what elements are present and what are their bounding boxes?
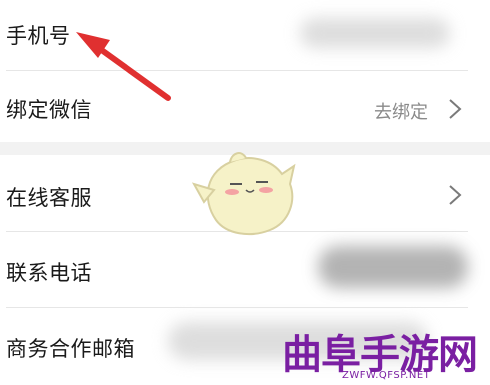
red-arrow-icon bbox=[76, 32, 171, 101]
contact-phone-label: 联系电话 bbox=[6, 261, 92, 285]
online-service-label: 在线客服 bbox=[6, 186, 92, 210]
mascot-icon bbox=[191, 152, 296, 236]
phone-value-blurred bbox=[300, 18, 450, 48]
bind-wechat-status: 去绑定 bbox=[374, 102, 428, 123]
contact-phone-row[interactable]: 联系电话 bbox=[0, 232, 490, 307]
contact-phone-value-blurred bbox=[318, 246, 468, 288]
chevron-right-icon bbox=[449, 99, 462, 119]
watermark-url: ZWFW.QFSP.NET bbox=[342, 370, 431, 381]
business-email-label: 商务合作邮箱 bbox=[6, 337, 135, 361]
chevron-right-icon bbox=[449, 185, 462, 205]
